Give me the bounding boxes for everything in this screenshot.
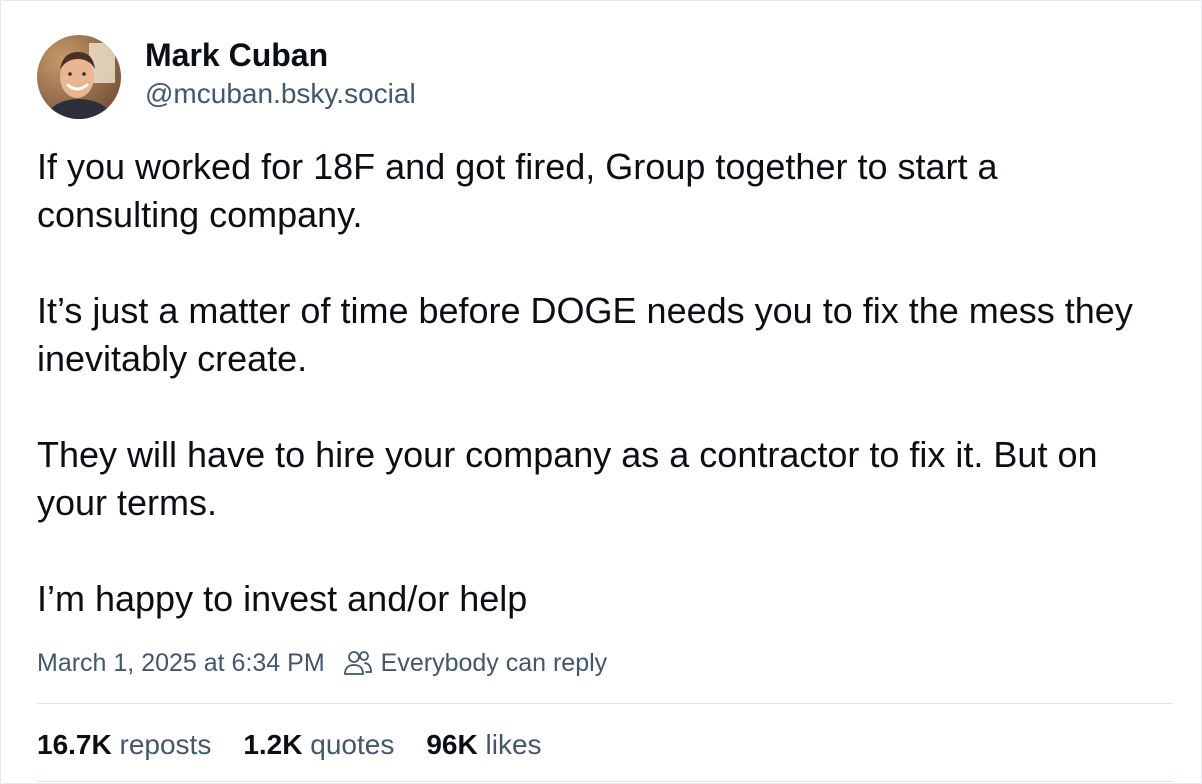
divider bbox=[37, 781, 1173, 782]
quotes-count: 1.2K bbox=[243, 729, 303, 760]
likes-label: likes bbox=[485, 729, 542, 760]
people-icon bbox=[343, 651, 372, 675]
avatar-photo-icon bbox=[37, 35, 121, 119]
quotes-stat[interactable]: 1.2K quotes bbox=[243, 725, 394, 765]
post-timestamp[interactable]: March 1, 2025 at 6:34 PM bbox=[37, 645, 325, 681]
reposts-stat[interactable]: 16.7K reposts bbox=[37, 725, 211, 765]
post-text: If you worked for 18F and got fired, Gro… bbox=[37, 143, 1167, 623]
reposts-count: 16.7K bbox=[37, 729, 112, 760]
reply-setting-label: Everybody can reply bbox=[380, 649, 608, 677]
post-paragraph: If you worked for 18F and got fired, Gro… bbox=[37, 146, 998, 235]
post-card: Mark Cuban @mcuban.bsky.social If you wo… bbox=[0, 0, 1202, 784]
author-handle[interactable]: @mcuban.bsky.social bbox=[145, 75, 416, 113]
reposts-label: reposts bbox=[119, 729, 212, 760]
author-display-name[interactable]: Mark Cuban bbox=[145, 35, 416, 75]
post-stats: 16.7K reposts 1.2K quotes 96K likes bbox=[37, 725, 574, 765]
likes-stat[interactable]: 96K likes bbox=[426, 725, 541, 765]
post-header: Mark Cuban @mcuban.bsky.social bbox=[37, 35, 416, 119]
reply-setting: Everybody can reply bbox=[343, 645, 608, 681]
post-meta: March 1, 2025 at 6:34 PM Everybody can r… bbox=[37, 645, 607, 681]
divider bbox=[37, 703, 1173, 704]
likes-count: 96K bbox=[426, 729, 478, 760]
post-paragraph: It’s just a matter of time before DOGE n… bbox=[37, 290, 1133, 379]
post-paragraph: They will have to hire your company as a… bbox=[37, 434, 1098, 523]
author-avatar[interactable] bbox=[37, 35, 121, 119]
post-paragraph: I’m happy to invest and/or help bbox=[37, 578, 528, 619]
quotes-label: quotes bbox=[310, 729, 395, 760]
author-names: Mark Cuban @mcuban.bsky.social bbox=[145, 35, 416, 113]
